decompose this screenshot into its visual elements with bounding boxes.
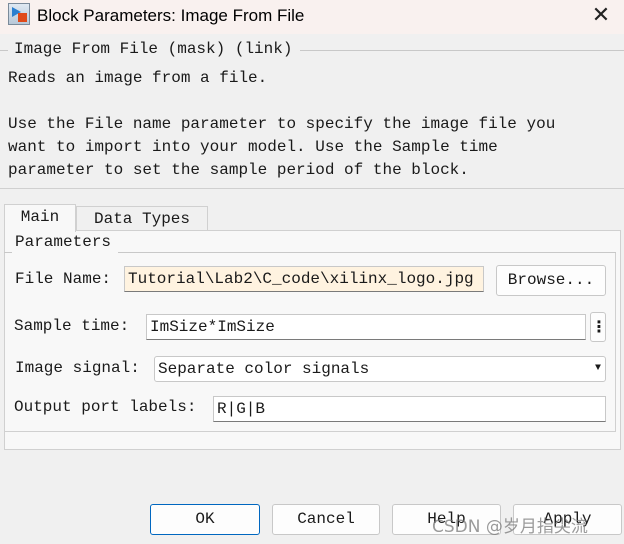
sample-time-label: Sample time: bbox=[14, 317, 130, 335]
file-name-input[interactable]: Tutorial\Lab2\C_code\xilinx_logo.jpg bbox=[124, 266, 484, 292]
description-line: parameter to set the sample period of th… bbox=[8, 161, 469, 179]
vertical-ellipsis-icon[interactable]: ⋮ bbox=[590, 312, 607, 342]
divider bbox=[0, 188, 624, 189]
divider bbox=[4, 252, 12, 253]
sample-time-input[interactable]: ImSize*ImSize bbox=[146, 314, 586, 340]
description-line: want to import into your model. Use the … bbox=[8, 138, 498, 156]
image-signal-select[interactable]: Separate color signals ▼ bbox=[154, 356, 606, 382]
divider bbox=[300, 50, 624, 51]
window-title: Block Parameters: Image From File bbox=[37, 6, 305, 25]
parameters-title: Parameters bbox=[15, 233, 112, 251]
tab-data-types[interactable]: Data Types bbox=[76, 206, 208, 231]
watermark: CSDN @岁月指尖流 bbox=[432, 517, 588, 537]
mask-title: Image From File (mask) (link) bbox=[12, 40, 295, 58]
close-icon[interactable]: ✕ bbox=[586, 2, 616, 30]
chevron-down-icon: ▼ bbox=[594, 363, 601, 374]
tab-main[interactable]: Main bbox=[4, 204, 76, 232]
simulink-block-icon bbox=[8, 3, 30, 25]
browse-button[interactable]: Browse... bbox=[496, 265, 606, 296]
cancel-button[interactable]: Cancel bbox=[272, 504, 380, 535]
description-line: Use the File name parameter to specify t… bbox=[8, 115, 556, 133]
file-name-label: File Name: bbox=[15, 270, 112, 288]
divider bbox=[118, 252, 616, 253]
description-line: Reads an image from a file. bbox=[8, 69, 268, 87]
divider bbox=[0, 50, 8, 51]
output-port-labels-input[interactable]: R|G|B bbox=[213, 396, 606, 422]
output-port-labels-label: Output port labels: bbox=[14, 398, 197, 416]
image-signal-label: Image signal: bbox=[15, 359, 140, 377]
ok-button[interactable]: OK bbox=[150, 504, 260, 535]
